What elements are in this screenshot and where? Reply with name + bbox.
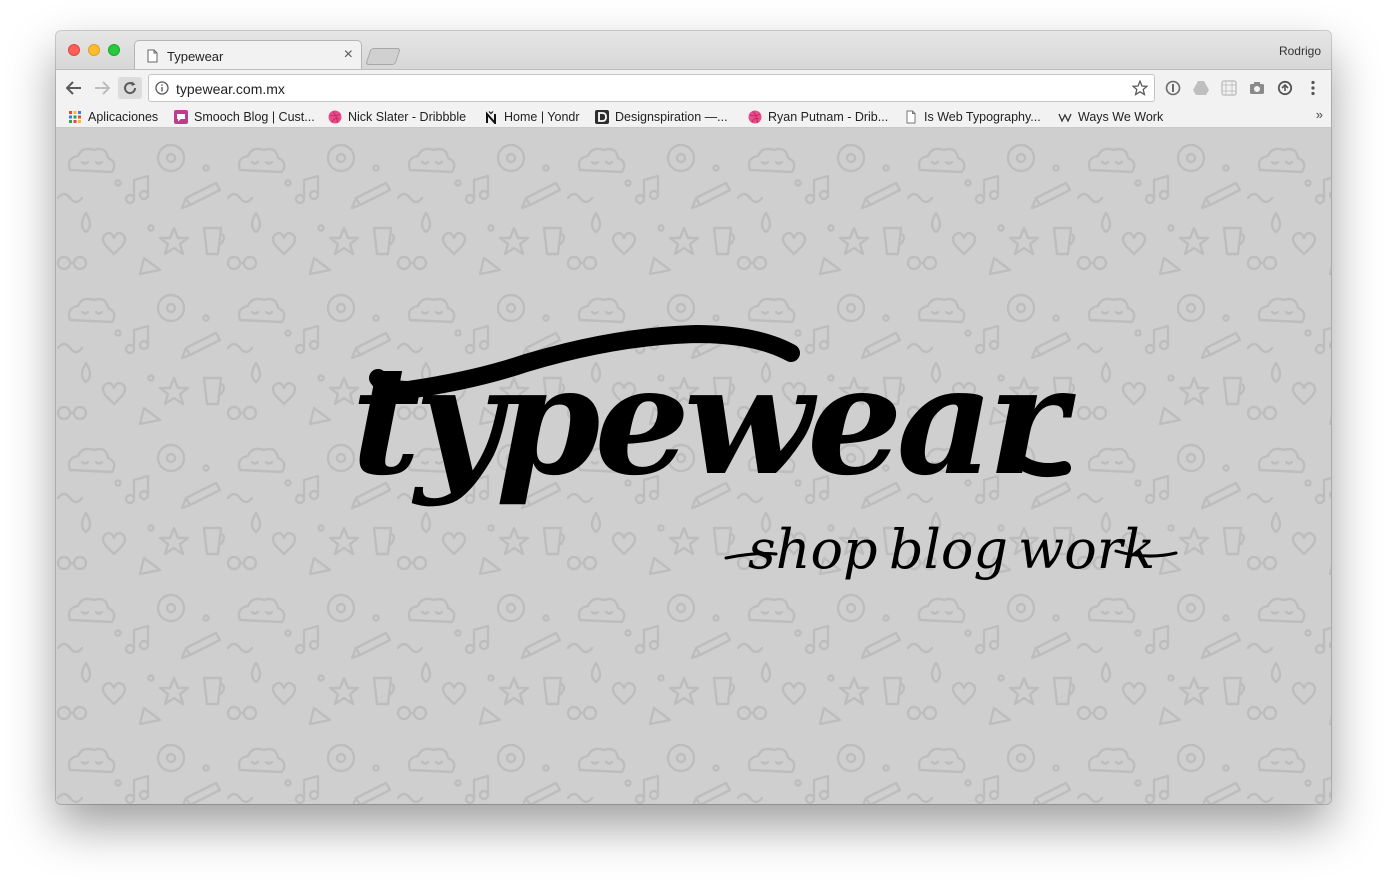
arrow-left-icon — [66, 81, 81, 95]
page-content: typewear shop blog work — [56, 128, 1331, 804]
1password-icon[interactable] — [1163, 78, 1183, 98]
camera-icon[interactable] — [1247, 78, 1267, 98]
menu-dots-icon[interactable] — [1303, 78, 1323, 98]
bookmark-smooch[interactable]: Smooch Blog | Cust... — [174, 108, 315, 125]
bookmark-designspiration[interactable]: Designspiration —... — [595, 108, 728, 125]
title-bar: Typewear × Rodrigo — [56, 31, 1331, 70]
bookmark-label: Is Web Typography... — [924, 109, 1041, 124]
typewear-logo: typewear shop blog work — [351, 324, 1178, 581]
bookmark-yondr[interactable]: Home | Yondr — [484, 108, 580, 125]
close-window-button[interactable] — [68, 44, 80, 56]
address-bar[interactable]: typewear.com.mx — [148, 74, 1155, 102]
bookmark-nick-slater[interactable]: Nick Slater - Dribbble — [328, 108, 466, 125]
grid-extension-icon[interactable] — [1219, 78, 1239, 98]
back-button[interactable] — [62, 77, 86, 99]
page-icon — [906, 110, 916, 123]
reload-icon — [124, 81, 137, 95]
logo-wordmark[interactable]: typewear — [351, 333, 1083, 509]
maximize-window-button[interactable] — [108, 44, 120, 56]
bookmarks-bar: Aplicaciones Smooch Blog | Cust... Nick … — [56, 105, 1331, 128]
tab-typewear[interactable]: Typewear × — [134, 40, 362, 70]
waysweework-icon — [1058, 113, 1072, 123]
forward-button[interactable] — [90, 77, 114, 99]
bookmark-ways-we-work[interactable]: Ways We Work — [1058, 108, 1163, 125]
nav-work-link[interactable]: work — [1018, 518, 1155, 581]
bookmark-label: Designspiration —... — [615, 109, 728, 124]
bookmark-label: Ways We Work — [1078, 109, 1164, 124]
drive-icon[interactable] — [1191, 78, 1211, 98]
nav-blog-link[interactable]: blog — [889, 518, 1008, 581]
bookmark-star-icon[interactable] — [1132, 80, 1148, 96]
bookmarks-overflow-icon[interactable]: » — [1316, 107, 1323, 122]
page-icon — [147, 49, 158, 63]
bookmark-web-typography[interactable]: Is Web Typography... — [904, 108, 1041, 125]
bookmark-ryan-putnam[interactable]: Ryan Putnam - Drib... — [748, 108, 888, 125]
sync-icon[interactable] — [1275, 78, 1295, 98]
bookmark-label: Nick Slater - Dribbble — [348, 109, 467, 124]
arrow-right-icon — [95, 81, 110, 95]
bookmark-label: Smooch Blog | Cust... — [194, 109, 315, 124]
reload-button[interactable] — [118, 77, 142, 99]
dribbble-icon — [748, 110, 762, 123]
bookmark-label: Ryan Putnam - Drib... — [768, 109, 889, 124]
bookmark-aplicaciones[interactable]: Aplicaciones — [68, 108, 158, 125]
profile-name[interactable]: Rodrigo — [1279, 44, 1321, 58]
tab-title: Typewear — [167, 49, 224, 64]
smooch-icon — [174, 109, 188, 124]
toolbar: typewear.com.mx — [56, 69, 1331, 105]
designspiration-icon — [595, 109, 609, 124]
info-icon[interactable] — [155, 81, 169, 95]
nav-shop-link[interactable]: shop — [748, 518, 878, 581]
yondr-icon — [486, 110, 496, 124]
new-tab-button[interactable] — [365, 48, 401, 65]
minimize-window-button[interactable] — [88, 44, 100, 56]
browser-window: Typewear × Rodrigo typewear.com.mx Aplic… — [56, 31, 1331, 804]
bookmark-label: Home | Yondr — [504, 109, 580, 124]
tab-close-icon[interactable]: × — [344, 46, 353, 64]
bookmark-label: Aplicaciones — [88, 109, 159, 124]
url-text[interactable]: typewear.com.mx — [176, 81, 285, 97]
dribbble-icon — [328, 110, 342, 123]
apps-grid-icon — [69, 110, 81, 123]
